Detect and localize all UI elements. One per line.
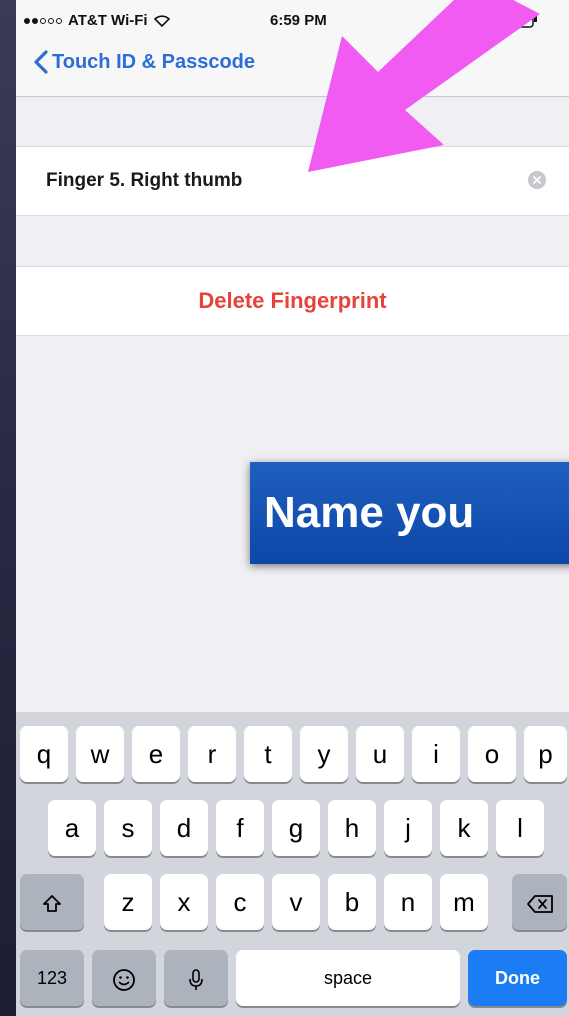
key-s[interactable]: s — [104, 800, 152, 856]
key-l[interactable]: l — [496, 800, 544, 856]
key-y[interactable]: y — [300, 726, 348, 782]
shift-key[interactable] — [20, 874, 84, 930]
fingerprint-name-field[interactable] — [46, 167, 476, 195]
key-z[interactable]: z — [104, 874, 152, 930]
key-o[interactable]: o — [468, 726, 516, 782]
key-g[interactable]: g — [272, 800, 320, 856]
carrier-label: AT&T Wi-Fi — [68, 12, 148, 29]
delete-cell: Delete Fingerprint — [16, 266, 569, 336]
carrier-group: AT&T Wi-Fi — [24, 12, 170, 29]
status-bar: AT&T Wi-Fi 6:59 PM — [16, 0, 569, 40]
key-q[interactable]: q — [20, 726, 68, 782]
back-button-label: Touch ID & Passcode — [52, 50, 256, 73]
location-icon — [479, 14, 489, 24]
dictation-key[interactable] — [164, 950, 228, 1006]
key-j[interactable]: j — [384, 800, 432, 856]
key-u[interactable]: u — [356, 726, 404, 782]
navigation-bar: Touch ID & Passcode — [16, 40, 569, 97]
key-f[interactable]: f — [216, 800, 264, 856]
key-m[interactable]: m — [440, 874, 488, 930]
clear-icon — [533, 176, 541, 184]
numbers-key[interactable]: 123 — [20, 950, 84, 1006]
key-n[interactable]: n — [384, 874, 432, 930]
key-b[interactable]: b — [328, 874, 376, 930]
clock: 6:59 PM — [270, 12, 327, 29]
key-r[interactable]: r — [188, 726, 236, 782]
key-t[interactable]: t — [244, 726, 292, 782]
signal-strength-icon — [24, 17, 62, 24]
status-icons — [456, 10, 538, 28]
keyboard: q w e r t y u i o p a s d f g h j k l z … — [16, 712, 569, 1016]
shift-icon — [43, 895, 61, 913]
done-key[interactable]: Done — [468, 950, 567, 1006]
key-d[interactable]: d — [160, 800, 208, 856]
delete-fingerprint-button[interactable]: Delete Fingerprint — [16, 267, 569, 335]
key-i[interactable]: i — [412, 726, 460, 782]
key-x[interactable]: x — [160, 874, 208, 930]
backspace-key[interactable] — [512, 874, 567, 930]
key-v[interactable]: v — [272, 874, 320, 930]
battery-icon — [498, 10, 537, 28]
back-button[interactable]: Touch ID & Passcode — [34, 50, 255, 74]
clear-text-button[interactable] — [528, 171, 546, 189]
chevron-left-icon — [34, 50, 48, 74]
wifi-icon — [153, 14, 170, 27]
rotation-lock-icon — [456, 12, 470, 26]
overlay-banner: Name you — [250, 462, 569, 564]
key-h[interactable]: h — [328, 800, 376, 856]
key-w[interactable]: w — [76, 726, 124, 782]
backspace-icon — [526, 895, 553, 914]
emoji-icon — [113, 969, 135, 992]
key-p[interactable]: p — [524, 726, 567, 782]
key-c[interactable]: c — [216, 874, 264, 930]
key-k[interactable]: k — [440, 800, 488, 856]
space-key[interactable]: space — [236, 950, 460, 1006]
key-e[interactable]: e — [132, 726, 180, 782]
key-a[interactable]: a — [48, 800, 96, 856]
emoji-key[interactable] — [92, 950, 156, 1006]
microphone-icon — [189, 969, 203, 991]
fingerprint-name-cell — [16, 146, 569, 216]
